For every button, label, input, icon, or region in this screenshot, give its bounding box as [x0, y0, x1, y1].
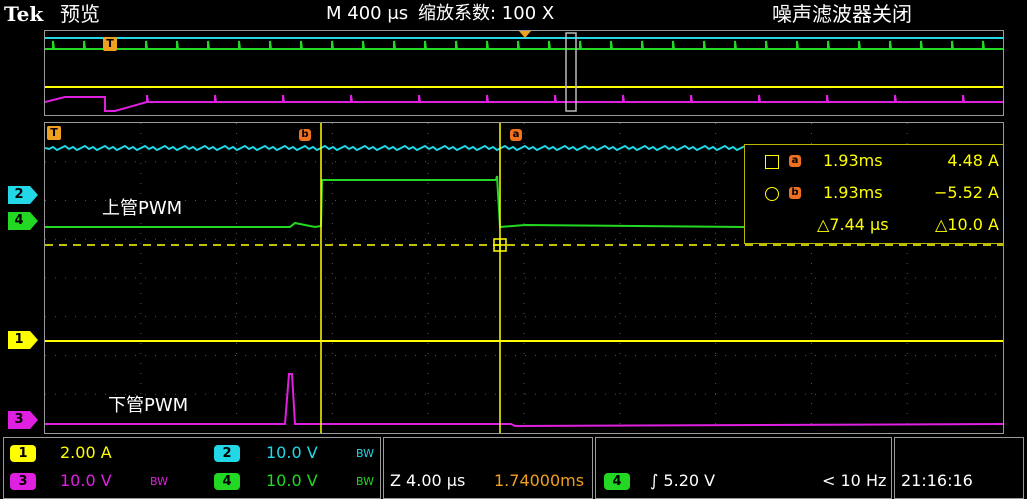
lower-pwm-label: 下管PWM: [108, 395, 189, 416]
ch2-scale: 10.0 V: [266, 443, 318, 462]
ch4-marker-label: 4: [14, 213, 24, 228]
readout-a-tag: a: [789, 155, 801, 167]
cursor-b-tag[interactable]: b: [299, 129, 311, 141]
overview-trigger-position: [519, 31, 531, 38]
readout-b-tag: b: [789, 187, 801, 199]
noise-filter-status: 噪声滤波器关闭: [772, 2, 912, 26]
upper-pwm-label: 上管PWM: [102, 198, 183, 219]
horizontal-position: 1.74000ms: [494, 471, 585, 490]
cursor-a-tag[interactable]: a: [510, 129, 522, 141]
cursor-a-value: 4.48 A: [947, 151, 999, 170]
ch2-bw-limit: BW: [356, 447, 375, 460]
channel-scale-panel[interactable]: 1 2.00 A 2 10.0 V BW 3 10.0 V BW 4 10.0 …: [3, 437, 381, 499]
ch4-bw-limit: BW: [356, 475, 375, 488]
cursor-b-time: 1.93ms: [823, 183, 883, 202]
cursor-a-time: 1.93ms: [823, 151, 883, 170]
cursor-delta-value: △10.0 A: [935, 215, 999, 234]
oscilloscope-screen: Tek 预览 M 400 μs 缩放系数: 100 X 噪声滤波器关闭 T T …: [0, 0, 1027, 499]
trigger-level: ∫ 5.20 V: [650, 471, 716, 490]
overview-traces: [45, 31, 1003, 112]
cursor-b-circle-icon: [765, 187, 779, 201]
ch1-scale: 2.00 A: [60, 443, 112, 462]
trigger-panel[interactable]: 4 ∫ 5.20 V < 10 Hz: [595, 437, 892, 499]
zoom-scale: Z 4.00 μs: [390, 471, 466, 490]
overview-ch4-trace: [45, 40, 1003, 50]
ch2-ground-marker[interactable]: 2: [8, 186, 40, 204]
ch1-marker-label: 1: [14, 332, 24, 347]
cursor-b-value: −5.52 A: [933, 183, 999, 202]
clock-panel: 21:16:16: [894, 437, 1024, 499]
trigger-source-badge[interactable]: 4: [604, 473, 630, 490]
ch2-marker-label: 2: [14, 187, 24, 202]
ch3-ground-marker[interactable]: 3: [8, 411, 40, 429]
trigger-frequency: < 10 Hz: [822, 471, 887, 490]
brand-logo: Tek: [4, 2, 44, 26]
ch1-ground-marker[interactable]: 1: [8, 331, 40, 349]
acquisition-mode: 预览: [60, 2, 100, 26]
cursor-readout: a 1.93ms 4.48 A b 1.93ms −5.52 A △7.44 μ…: [744, 144, 1004, 244]
trigger-marker[interactable]: T: [47, 126, 61, 140]
horizontal-panel[interactable]: Z 4.00 μs 1.74000ms: [383, 437, 593, 499]
ch3-marker-label: 3: [14, 412, 24, 427]
ch4-scale: 10.0 V: [266, 471, 318, 490]
cursor-delta-time: △7.44 μs: [817, 215, 889, 234]
cursor-a-square-icon: [765, 155, 779, 169]
overview-window[interactable]: T: [44, 30, 1004, 116]
timebase-readout: M 400 μs: [326, 3, 409, 24]
zoom-factor-readout: 缩放系数: 100 X: [418, 3, 555, 24]
ch4-badge[interactable]: 4: [214, 473, 240, 490]
clock: 21:16:16: [901, 471, 973, 490]
ch2-badge[interactable]: 2: [214, 445, 240, 462]
zoom-region-box: [565, 32, 577, 112]
ch3-trace: [45, 373, 1003, 428]
ch1-badge[interactable]: 1: [10, 445, 36, 462]
ch3-badge[interactable]: 3: [10, 473, 36, 490]
ch3-bw-limit: BW: [150, 475, 169, 488]
ch4-ground-marker[interactable]: 4: [8, 212, 40, 230]
overview-trigger-marker: T: [103, 37, 117, 51]
ch3-scale: 10.0 V: [60, 471, 112, 490]
overview-ch3-trace: [45, 94, 1003, 112]
